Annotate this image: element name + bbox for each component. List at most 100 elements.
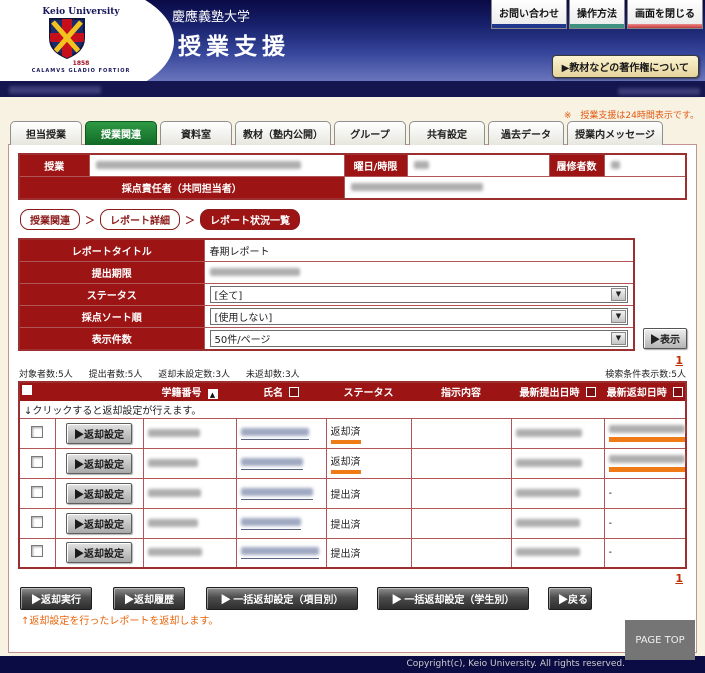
student-name-link[interactable] [241,547,319,559]
redacted-submit-date [516,429,582,437]
display-count-select[interactable]: 50件/ページ ▼ [210,330,629,347]
keio-crest-icon [46,17,88,61]
page-1-link[interactable]: 1 [675,572,683,585]
return-date-cell: - [604,478,686,508]
return-history-button[interactable]: ▶返却履歴 [113,587,185,610]
page-top-button[interactable]: PAGE TOP [625,620,695,660]
redacted-enrolled-count [611,161,620,169]
instruction-cell [411,478,511,508]
status-badge: 提出済 [331,549,361,560]
student-name-link[interactable] [241,488,313,500]
click-note: ↓クリックすると返却設定が行えます。 [19,400,686,418]
status-select[interactable]: [全て] ▼ [210,286,629,303]
contact-button[interactable]: お問い合わせ [491,0,567,29]
tab-class-related[interactable]: 授業関連 [85,121,157,145]
chevron-right-icon: ＞ [85,212,95,227]
redacted-submit-date [516,548,580,556]
class-info-table: 授業 曜日/時限 履修者数 採点責任者（共同担当者） [18,153,687,200]
sort-toggle-icon[interactable] [586,387,596,397]
latest-return-header: 最新返却日時 [604,382,686,401]
chevron-right-icon: ＞ [185,212,195,227]
logo-year: 1858 [26,60,136,67]
tab-class-messages[interactable]: 授業内メッセージ [567,121,663,145]
tab-group[interactable]: グループ [334,121,406,145]
report-filter-form: レポートタイトル 春期レポート 提出期限 ステータス [全て] ▼ 採点ソート順 [18,238,687,351]
dropdown-arrow-icon: ▼ [611,332,626,345]
return-date-highlight [609,425,685,442]
table-header-row: 学籍番号▲ 氏名 ステータス 指示内容 最新提出日時 最新返却日時 [19,382,686,401]
logo-motto: CALAMVS GLADIO FORTIOR [18,68,144,74]
tab-share-settings[interactable]: 共有設定 [409,121,485,145]
report-title-value: 春期レポート [204,239,634,261]
footer: Copyright(c), Keio University. All right… [0,656,705,673]
return-setting-button[interactable]: ▶返却設定 [66,453,132,474]
stat-targets: 対象者数:5人 [19,370,73,380]
row-checkbox[interactable] [31,545,43,557]
pagination-bottom: 1 [18,569,687,585]
status-badge: 提出済 [331,520,361,531]
status-badge: 返却済 [331,423,361,444]
student-name-link[interactable] [241,458,303,470]
return-setting-button[interactable]: ▶返却設定 [66,542,132,563]
help-accent [570,24,624,28]
back-button[interactable]: ▶戻る [548,587,592,610]
table-row: ▶返却設定 返却済 [19,448,686,478]
display-button[interactable]: ▶表示 [643,328,687,349]
redacted-student-id [148,548,202,556]
return-setting-button[interactable]: ▶返却設定 [66,423,132,444]
university-name: 慶應義塾大学 [172,6,250,25]
return-setting-button[interactable]: ▶返却設定 [66,513,132,534]
student-name-link[interactable] [241,518,301,530]
status-header: ステータス [326,382,411,401]
return-date-cell: - [604,538,686,568]
sort-toggle-icon[interactable] [673,387,683,397]
24h-notice: ※ 授業支援は24時間表示です。 [0,97,705,121]
row-checkbox[interactable] [31,516,43,528]
report-status-table: 学籍番号▲ 氏名 ステータス 指示内容 最新提出日時 最新返却日時 ↓クリックす… [18,381,687,570]
report-title-label: レポートタイトル [19,239,204,261]
stat-search-shown: 検索条件表示数:5人 [605,367,686,379]
status-badge: 提出済 [331,490,361,501]
return-setting-button[interactable]: ▶返却設定 [66,483,132,504]
batch-return-by-student-button[interactable]: ▶ 一括返却設定（学生別） [377,587,529,610]
header-buttons: お問い合わせ 操作方法 画面を閉じる [491,0,703,29]
grade-sort-label: 採点ソート順 [19,305,204,327]
redacted-user-name [9,86,101,94]
execute-return-button[interactable]: ▶返却実行 [20,587,92,610]
help-button[interactable]: 操作方法 [569,0,625,29]
close-screen-button[interactable]: 画面を閉じる [627,0,703,29]
row-checkbox[interactable] [31,486,43,498]
breadcrumb-class-related[interactable]: 授業関連 [20,209,80,230]
select-all-checkbox[interactable] [22,385,32,395]
table-row: ▶返却設定 返却済 [19,418,686,448]
sort-asc-icon[interactable]: ▲ [208,389,218,399]
stat-return-unset: 返却未設定数:3人 [158,370,230,380]
grade-sort-select[interactable]: [使用しない] ▼ [210,308,629,325]
row-checkbox[interactable] [31,456,43,468]
materials-copyright-button[interactable]: ▶教材などの著作権について [552,55,699,78]
tab-materials-room[interactable]: 資料室 [160,121,232,145]
page-title: 授業支援 [178,27,290,61]
stat-unreturned: 未返却数:3人 [246,370,300,380]
batch-return-by-item-button[interactable]: ▶ 一括返却設定（項目別） [206,587,358,610]
grader-label: 採点責任者（共同担当者） [19,177,344,200]
stat-submitted: 提出者数:5人 [89,370,143,380]
redacted-student-id [148,459,198,467]
user-bar [0,81,705,97]
instruction-cell [411,448,511,478]
return-date-cell: - [604,508,686,538]
table-row: ▶返却設定 提出済 - [19,478,686,508]
tab-past-data[interactable]: 過去データ [488,121,564,145]
empty-header-cell [55,382,143,401]
page-1-link[interactable]: 1 [675,354,683,367]
student-id-header: 学籍番号▲ [143,382,236,401]
redacted-deadline [210,268,300,276]
tab-assigned-classes[interactable]: 担当授業 [10,121,82,145]
class-label: 授業 [19,154,89,177]
student-name-link[interactable] [241,428,309,440]
breadcrumb-report-detail[interactable]: レポート詳細 [100,209,180,230]
sort-toggle-icon[interactable] [289,387,299,397]
return-note: ↑返却設定を行ったレポートを返却します。 [21,612,687,627]
tab-teaching-materials[interactable]: 教材（塾内公開） [235,121,331,145]
row-checkbox[interactable] [31,426,43,438]
